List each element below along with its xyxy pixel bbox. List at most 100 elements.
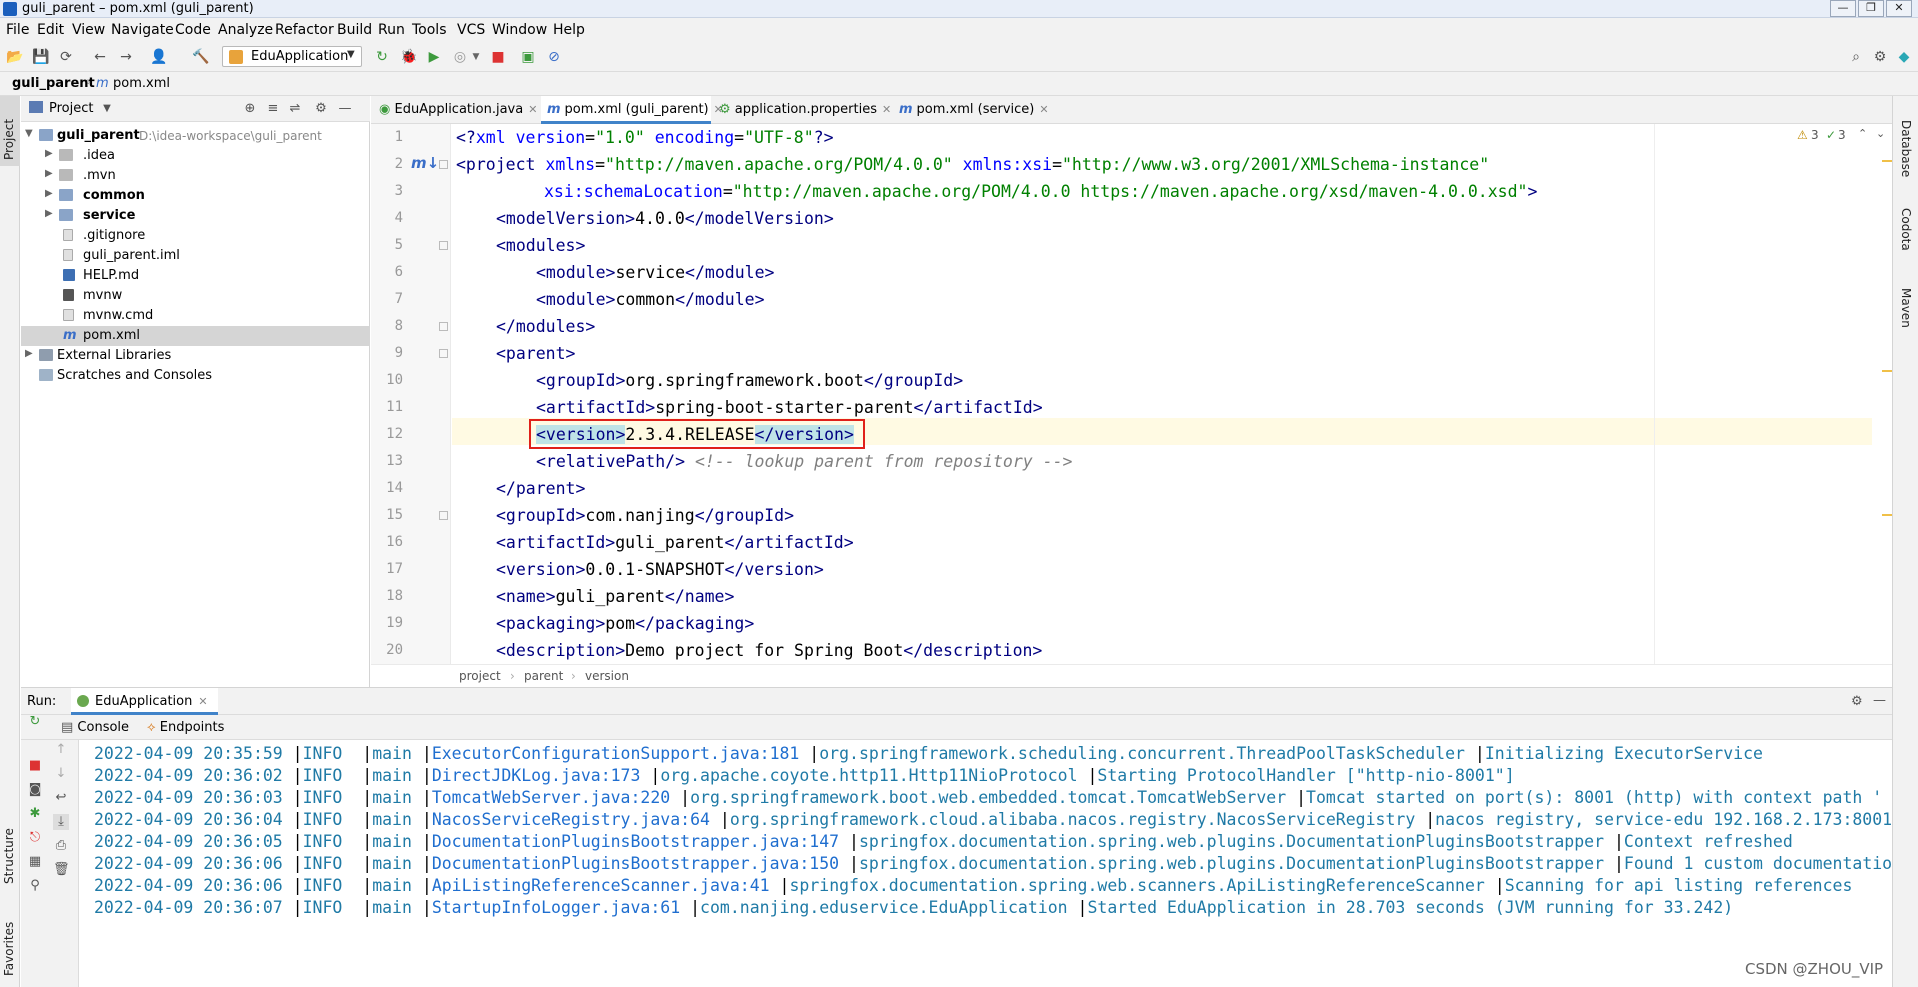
console-output[interactable]: 2022-04-09 20:35:59 |INFO |main |Executo… xyxy=(80,740,1892,987)
layout-icon[interactable]: ▦ xyxy=(27,854,43,870)
menu-view[interactable]: View xyxy=(72,22,105,38)
soft-wrap-icon[interactable]: ↩ xyxy=(53,790,69,806)
database-tool-button[interactable]: Database xyxy=(1899,120,1913,177)
breadcrumb-file[interactable]: pom.xml xyxy=(113,76,170,91)
log-source-link[interactable]: ApiListingReferenceScanner.java:41 xyxy=(432,876,770,895)
warning-icon[interactable]: ⚠ xyxy=(1797,128,1808,142)
log-source-link[interactable]: TomcatWebServer.java:220 xyxy=(432,788,670,807)
print-icon[interactable]: ⎙ xyxy=(53,838,69,854)
tree-item-scratches[interactable]: Scratches and Consoles xyxy=(21,366,370,386)
sync-icon[interactable]: ⟳ xyxy=(58,49,74,65)
chevron-down-icon[interactable]: ⌄ xyxy=(1876,127,1885,140)
error-stripe-mark[interactable] xyxy=(1882,514,1892,516)
tab-application-properties[interactable]: ⚙ application.properties ✕ xyxy=(719,96,893,124)
save-all-icon[interactable]: 💾 xyxy=(32,49,49,65)
project-tool-button[interactable]: Project xyxy=(2,119,16,160)
stop-icon[interactable]: ■ xyxy=(490,49,506,65)
tab-console[interactable]: ▤ Console xyxy=(61,720,129,735)
arrow-down-icon[interactable]: ↓ xyxy=(53,766,69,782)
code-editor[interactable]: <?xml version="1.0" encoding="UTF-8"?> <… xyxy=(452,124,1892,664)
run-configuration-dropdown[interactable]: EduApplication ▼ xyxy=(222,46,362,67)
scroll-to-end-icon[interactable]: ⤓ xyxy=(53,814,69,830)
rerun-icon[interactable]: ↻ xyxy=(27,714,43,730)
log-source-link[interactable]: DocumentationPluginsBootstrapper.java:14… xyxy=(432,832,839,851)
tree-item-common[interactable]: ▶ common xyxy=(21,186,370,206)
exit-icon[interactable]: ⎋ xyxy=(27,830,43,846)
tab-endpoints[interactable]: ⟡ Endpoints xyxy=(147,720,224,735)
menu-edit[interactable]: Edit xyxy=(37,22,64,38)
menu-analyze[interactable]: Analyze xyxy=(218,22,273,38)
coverage-chart-icon[interactable]: ▣ xyxy=(520,49,536,65)
favorites-tool-button[interactable]: Favorites xyxy=(2,922,16,976)
warning-count[interactable]: 3 xyxy=(1811,128,1819,142)
chevron-down-icon[interactable]: ▼ xyxy=(99,101,115,117)
back-arrow-icon[interactable]: ← xyxy=(92,49,108,65)
maven-goto-icon[interactable]: m↓ xyxy=(411,154,439,172)
maven-tool-button[interactable]: Maven xyxy=(1899,288,1913,328)
tree-item-mvn[interactable]: ▶ .mvn xyxy=(21,166,370,186)
project-panel-title[interactable]: Project xyxy=(49,101,93,116)
minimize-button[interactable]: — xyxy=(1830,0,1856,17)
expand-all-icon[interactable]: ≡ xyxy=(265,101,281,117)
tree-item-mvnw-cmd[interactable]: mvnw.cmd xyxy=(21,306,370,326)
tab-pom-xml-service[interactable]: m pom.xml (service) ✕ xyxy=(899,96,1059,124)
hide-panel-icon[interactable]: — xyxy=(337,101,353,117)
locate-file-icon[interactable]: ⊕ xyxy=(242,101,258,117)
close-icon[interactable]: ✕ xyxy=(528,103,537,116)
debug-bug-icon[interactable]: 🐞 xyxy=(400,49,417,65)
pin-icon[interactable]: ⚲ xyxy=(27,878,43,894)
structure-tool-button[interactable]: Structure xyxy=(2,828,16,884)
breadcrumb-tag-project[interactable]: project xyxy=(459,669,501,683)
tab-pom-xml-guli-parent[interactable]: m pom.xml (guli_parent) ✕ xyxy=(541,96,723,124)
breadcrumb-project[interactable]: guli_parent xyxy=(12,76,95,91)
close-icon[interactable]: ✕ xyxy=(1039,103,1048,116)
tree-item-gitignore[interactable]: .gitignore xyxy=(21,226,370,246)
tree-item-external-libraries[interactable]: ▶ External Libraries xyxy=(21,346,370,366)
tree-item-mvnw[interactable]: mvnw xyxy=(21,286,370,306)
menu-vcs[interactable]: VCS xyxy=(457,22,485,38)
arrow-up-icon[interactable]: ↑ xyxy=(53,742,69,758)
open-folder-icon[interactable]: 📂 xyxy=(6,49,23,65)
menu-navigate[interactable]: Navigate xyxy=(111,22,174,38)
profile-icon[interactable]: ◎ xyxy=(452,49,468,65)
menu-window[interactable]: Window xyxy=(492,22,547,38)
gear-icon[interactable]: ⚙ xyxy=(313,101,329,117)
more-run-chevron-icon[interactable]: ▼ xyxy=(468,49,484,65)
error-stripe-mark[interactable] xyxy=(1882,160,1892,162)
tree-item-pom-xml[interactable]: m pom.xml xyxy=(21,326,370,346)
log-source-link[interactable]: NacosServiceRegistry.java:64 xyxy=(432,810,710,829)
log-source-link[interactable]: ExecutorConfigurationSupport.java:181 xyxy=(432,744,800,763)
trash-icon[interactable]: 🗑 xyxy=(53,862,70,878)
chevron-up-icon[interactable]: ⌃ xyxy=(1858,127,1867,140)
log-source-link[interactable]: StartupInfoLogger.java:61 xyxy=(432,898,680,917)
tree-item-help-md[interactable]: HELP.md xyxy=(21,266,370,286)
disable-icon[interactable]: ⊘ xyxy=(546,49,562,65)
error-stripe-mark[interactable] xyxy=(1882,370,1892,372)
rerun-icon[interactable]: ↻ xyxy=(374,49,390,65)
stop-icon[interactable]: ■ xyxy=(27,758,43,774)
tree-item-idea[interactable]: ▶ .idea xyxy=(21,146,370,166)
log-source-link[interactable]: DocumentationPluginsBootstrapper.java:15… xyxy=(432,854,839,873)
menu-refactor[interactable]: Refactor xyxy=(275,22,334,38)
weak-warning-icon[interactable]: ✓ xyxy=(1826,128,1836,142)
menu-help[interactable]: Help xyxy=(553,22,585,38)
codota-tool-button[interactable]: Codota xyxy=(1899,208,1913,251)
menu-file[interactable]: File xyxy=(6,22,29,38)
breadcrumb-tag-version[interactable]: version xyxy=(585,669,629,683)
build-hammer-icon[interactable]: 🔨 xyxy=(192,49,209,65)
menu-run[interactable]: Run xyxy=(378,22,405,38)
weak-warning-count[interactable]: 3 xyxy=(1838,128,1846,142)
menu-code[interactable]: Code xyxy=(175,22,211,38)
restore-button[interactable]: ❐ xyxy=(1858,0,1884,17)
menu-tools[interactable]: Tools xyxy=(412,22,447,38)
fold-marker-icon[interactable] xyxy=(439,511,448,520)
run-with-coverage-icon[interactable]: ▶ xyxy=(426,49,442,65)
debug-bug-icon[interactable]: ✱ xyxy=(27,806,43,822)
camera-icon[interactable]: ◙ xyxy=(27,782,43,798)
tree-item-guli-parent[interactable]: ▼ guli_parent D:\idea-workspace\guli_par… xyxy=(21,126,370,146)
breadcrumb-tag-parent[interactable]: parent xyxy=(524,669,563,683)
vcs-user-icon[interactable]: 👤 xyxy=(150,49,167,65)
close-window-button[interactable]: ✕ xyxy=(1886,0,1912,17)
fold-marker-icon[interactable] xyxy=(439,349,448,358)
close-icon[interactable]: ✕ xyxy=(198,695,207,708)
